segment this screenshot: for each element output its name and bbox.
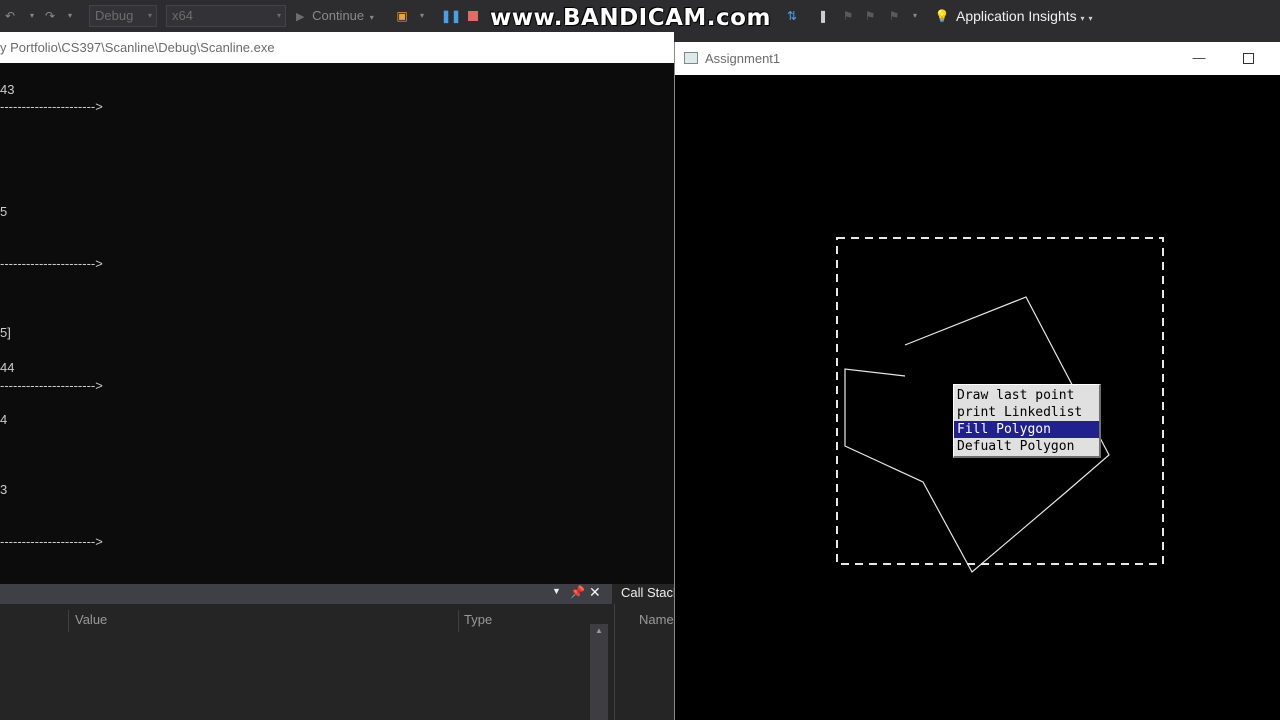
menu-item-default-polygon[interactable]: Defualt Polygon	[954, 438, 1099, 455]
chevron-down-icon: ▾	[276, 11, 281, 20]
window-title: Assignment1	[705, 51, 781, 66]
chevron-down-icon: ▾	[369, 13, 374, 22]
menu-item-print-linkedlist[interactable]: print Linkedlist	[954, 404, 1099, 421]
console-title-bar[interactable]: y Portfolio\CS397\Scanline\Debug\Scanlin…	[0, 32, 674, 63]
step-icon[interactable]: ⇅	[784, 8, 800, 24]
process-icon[interactable]: ▣	[394, 8, 410, 24]
pane-dropdown-icon[interactable]: ▼	[552, 586, 561, 596]
app-insights-button[interactable]: Application Insights ▾ ▾	[956, 8, 1092, 27]
locals-header-bar: ▼ 📌 ✕	[0, 584, 612, 604]
solution-config-select[interactable]: Debug ▾	[89, 5, 157, 27]
pin-icon[interactable]: 📌	[570, 585, 585, 599]
app-insights-label: Application Insights	[956, 8, 1077, 24]
platform-value: x64	[172, 8, 193, 23]
locals-pane[interactable]: Value Type ▲	[0, 604, 612, 720]
console-line: 3	[0, 482, 8, 497]
ide-toolbar: ↶ ▾ ↷ ▾ Debug ▾ x64 ▾ ▶ Continue ▾ ▣ ▾ ❚…	[0, 0, 1280, 32]
console-line: ---------------------->	[0, 534, 103, 549]
scroll-up-icon[interactable]: ▲	[595, 626, 603, 635]
prev-bookmark-icon[interactable]: ⚑	[840, 8, 856, 24]
console-line: 43	[0, 82, 15, 97]
console-window[interactable]: y Portfolio\CS397\Scanline\Debug\Scanlin…	[0, 32, 674, 584]
redo-dropdown-icon[interactable]: ▾	[62, 8, 78, 24]
platform-select[interactable]: x64 ▾	[166, 5, 286, 27]
glut-window[interactable]: Assignment1 —	[674, 42, 1280, 720]
continue-button[interactable]: ▶ Continue ▾	[296, 8, 374, 26]
next-bookmark-icon[interactable]: ⚑	[862, 8, 878, 24]
play-icon: ▶	[296, 11, 305, 23]
chevron-down-icon: ▾	[147, 11, 152, 20]
stop-icon[interactable]	[468, 11, 478, 21]
column-header-value[interactable]: Value	[75, 612, 107, 627]
toolbar-overflow-icon: ▾	[1088, 14, 1093, 23]
column-divider[interactable]	[458, 610, 459, 632]
console-path: y Portfolio\CS397\Scanline\Debug\Scanlin…	[0, 40, 275, 55]
column-header-name[interactable]: Name	[639, 612, 674, 627]
continue-label: Continue	[312, 8, 365, 23]
menu-item-fill-polygon[interactable]: Fill Polygon	[954, 421, 1099, 438]
column-header-type[interactable]: Type	[464, 612, 492, 627]
call-stack-tab[interactable]: Call Stack	[621, 585, 680, 600]
console-line: 5]	[0, 325, 11, 340]
context-menu: Draw last point print Linkedlist Fill Po…	[953, 384, 1101, 458]
console-line: 5	[0, 204, 8, 219]
watermark-text: www.BANDICAM.com	[490, 5, 771, 31]
minimize-button[interactable]: —	[1189, 48, 1209, 68]
console-line: ---------------------->	[0, 378, 103, 393]
call-stack-pane[interactable]: Call Stack Name	[614, 585, 680, 720]
redo-icon[interactable]: ↷	[42, 8, 58, 24]
maximize-button[interactable]	[1243, 53, 1254, 64]
pause-icon[interactable]: ❚❚	[441, 8, 461, 24]
lightbulb-icon[interactable]: 💡	[934, 8, 950, 24]
console-line: ---------------------->	[0, 99, 103, 114]
console-line: ---------------------->	[0, 256, 103, 271]
debug-panes: ▼ 📌 ✕ Value Type ▲ Call Stack Name	[0, 584, 680, 720]
close-icon[interactable]: ✕	[589, 584, 601, 601]
menu-item-draw-last-point[interactable]: Draw last point	[954, 387, 1099, 404]
vertical-scrollbar[interactable]: ▲	[590, 624, 608, 720]
column-divider[interactable]	[68, 610, 69, 632]
toolbar-overflow-icon[interactable]: ▾	[907, 8, 923, 24]
undo-dropdown-icon[interactable]: ▾	[24, 8, 40, 24]
chevron-down-icon: ▾	[1080, 14, 1085, 23]
console-line: 4	[0, 412, 8, 427]
window-app-icon	[684, 52, 698, 64]
undo-icon[interactable]: ↶	[2, 8, 18, 24]
bookmark-icon[interactable]: ❚	[815, 8, 831, 24]
process-dropdown-icon[interactable]: ▾	[414, 8, 430, 24]
console-line: 44	[0, 360, 15, 375]
solution-config-value: Debug	[95, 8, 134, 23]
clear-bookmarks-icon[interactable]: ⚑	[886, 8, 902, 24]
glut-title-bar[interactable]: Assignment1 —	[675, 42, 1280, 75]
